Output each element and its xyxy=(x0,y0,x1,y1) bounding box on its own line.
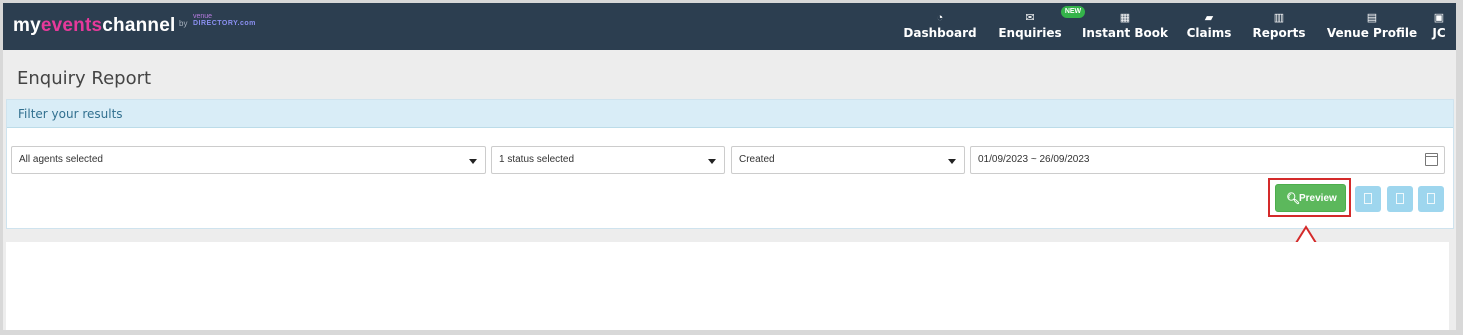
bar-chart-icon: ▥ xyxy=(1273,12,1285,24)
nav-instant-book[interactable]: ▦ Instant Book xyxy=(1081,10,1169,40)
calendar-icon: ▦ xyxy=(1119,12,1131,24)
filter-panel-header: Filter your results xyxy=(7,100,1453,128)
export-csv-button[interactable] xyxy=(1418,186,1444,212)
partner-logo-bottom: DIRECTORY.com xyxy=(193,20,256,27)
brand-logo[interactable]: myeventschannel xyxy=(13,15,175,37)
nav-label: Reports xyxy=(1252,26,1306,40)
nav-enquiries[interactable]: ✉ Enquiries xyxy=(994,10,1066,40)
brand-by: by xyxy=(179,19,188,28)
user-icon: ▣ xyxy=(1433,12,1445,24)
date-range-value: 01/09/2023 ~ 26/09/2023 xyxy=(978,154,1090,165)
page-title: Enquiry Report xyxy=(17,68,152,89)
date-range-input[interactable]: 01/09/2023 ~ 26/09/2023 xyxy=(970,146,1445,174)
date-type-select-value: Created xyxy=(739,154,775,165)
file-pdf-icon xyxy=(1364,193,1372,204)
nav-label: Venue Profile xyxy=(1326,26,1418,40)
user-initials: JC xyxy=(1432,26,1446,40)
partner-logo-top: venue xyxy=(193,13,213,20)
agents-select-value: All agents selected xyxy=(19,154,103,165)
caret-down-icon xyxy=(708,159,716,164)
nav-label: Claims xyxy=(1186,26,1232,40)
export-pdf-button[interactable] xyxy=(1355,186,1381,212)
status-select[interactable]: 1 status selected xyxy=(491,146,725,174)
tachometer-icon: ◔ xyxy=(936,12,944,24)
envelope-icon: ✉ xyxy=(1025,12,1035,24)
file-csv-icon xyxy=(1427,193,1435,204)
agents-select[interactable]: All agents selected xyxy=(11,146,486,174)
caret-down-icon xyxy=(469,159,477,164)
calendar-icon[interactable] xyxy=(1425,153,1438,166)
nav-reports[interactable]: ▥ Reports xyxy=(1248,10,1310,40)
top-navbar: myeventschannel by venue DIRECTORY.com ◔… xyxy=(3,3,1456,50)
app-window: myeventschannel by venue DIRECTORY.com ◔… xyxy=(3,3,1456,330)
nav-label: Enquiries xyxy=(998,26,1062,40)
status-select-value: 1 status selected xyxy=(499,154,575,165)
nav-venue-profile[interactable]: ▤ Venue Profile xyxy=(1324,10,1420,40)
nav-user-menu[interactable]: ▣ JC xyxy=(1426,10,1452,40)
new-badge: NEW xyxy=(1061,6,1085,18)
nav-dashboard[interactable]: ◔ Dashboard xyxy=(901,10,979,40)
caret-down-icon xyxy=(948,159,956,164)
brand-highlight: events xyxy=(40,15,103,36)
building-icon: ▤ xyxy=(1366,12,1378,24)
filter-heading: Filter your results xyxy=(18,107,123,121)
filter-panel: Filter your results All agents selected … xyxy=(6,99,1454,229)
highlight-box xyxy=(1268,178,1351,217)
export-excel-button[interactable] xyxy=(1387,186,1413,212)
nav-label: Dashboard xyxy=(903,26,977,40)
results-area xyxy=(6,242,1449,330)
brand-suffix: channel xyxy=(102,15,176,36)
book-icon: ▰ xyxy=(1204,12,1214,24)
date-type-select[interactable]: Created xyxy=(731,146,965,174)
brand-prefix: my xyxy=(13,15,41,36)
file-excel-icon xyxy=(1396,193,1404,204)
nav-label: Instant Book xyxy=(1081,26,1169,40)
nav-claims[interactable]: ▰ Claims xyxy=(1185,10,1233,40)
